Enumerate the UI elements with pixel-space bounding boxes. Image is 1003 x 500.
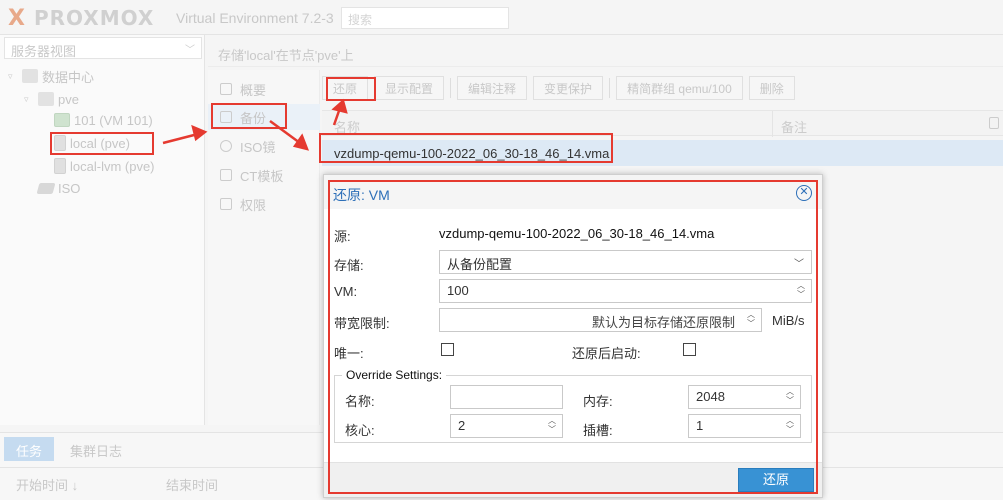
nav-item-iso[interactable]: ISO镜 [208, 133, 320, 159]
nav-item-permissions[interactable]: 权限 [208, 191, 320, 217]
toolbar-separator [450, 78, 452, 98]
tag-icon [36, 182, 56, 194]
collapse-icon: ▿ [24, 93, 29, 104]
toolbar-separator [609, 78, 611, 98]
tree-node-iso[interactable]: ISO [36, 178, 80, 198]
tree-node-pve[interactable]: ▿ pve [24, 89, 79, 109]
vm-icon [54, 113, 70, 127]
datacenter-icon [22, 69, 38, 83]
template-icon [220, 169, 232, 181]
tree-node-vm101[interactable]: 101 (VM 101) [54, 110, 153, 130]
annotation-box-backup [211, 103, 287, 129]
server-icon [38, 92, 54, 106]
unlock-icon [220, 198, 232, 210]
annotation-box-dialog [328, 180, 818, 494]
column-header-start-time[interactable]: 开始时间 ↓ [16, 475, 78, 494]
tree-node-datacenter[interactable]: ▿ 数据中心 [8, 66, 94, 86]
prune-group-button[interactable]: 精简群组 qemu/100 [616, 76, 743, 100]
collapse-icon: ▿ [8, 70, 13, 81]
protected-column-icon [989, 117, 999, 129]
tab-tasks[interactable]: 任务 [4, 437, 55, 461]
disc-icon [220, 140, 232, 152]
app-header: X PROXMOX Virtual Environment 7.2-3 搜索 [0, 0, 1003, 35]
version-label: Virtual Environment 7.2-3 [176, 10, 334, 26]
change-protection-button[interactable]: 变更保护 [533, 76, 604, 100]
chevron-down-icon: ﹀ [185, 45, 195, 56]
search-input[interactable]: 搜索 [341, 7, 509, 29]
column-header-notes[interactable]: 备注 [772, 111, 807, 137]
remove-button[interactable]: 删除 [748, 76, 795, 100]
annotation-box-local [50, 132, 154, 155]
nav-item-ct-templates[interactable]: CT模板 [208, 162, 320, 188]
column-header-end-time[interactable]: 结束时间 [166, 475, 218, 494]
annotation-box-file [319, 133, 613, 163]
show-config-button[interactable]: 显示配置 [374, 76, 445, 100]
book-icon [220, 83, 232, 95]
edit-notes-button[interactable]: 编辑注释 [457, 76, 528, 100]
tab-cluster-log[interactable]: 集群日志 [58, 437, 134, 461]
tree-node-local-lvm[interactable]: local-lvm (pve) [54, 156, 155, 176]
view-selector[interactable]: 服务器视图 ﹀ [4, 37, 202, 59]
storage-icon [54, 158, 66, 174]
annotation-box-restore [326, 77, 376, 101]
proxmox-logo: X PROXMOX [8, 6, 155, 31]
nav-item-summary[interactable]: 概要 [208, 76, 320, 102]
backup-toolbar: 还原 显示配置 编辑注释 变更保护 精简群组 qemu/100 删除 [322, 76, 795, 102]
page-title: 存储'local'在节点'pve'上 [208, 37, 1003, 67]
resource-tree: 服务器视图 ﹀ ▿ 数据中心 ▿ pve 101 (VM 101) local (pv… [0, 35, 205, 425]
